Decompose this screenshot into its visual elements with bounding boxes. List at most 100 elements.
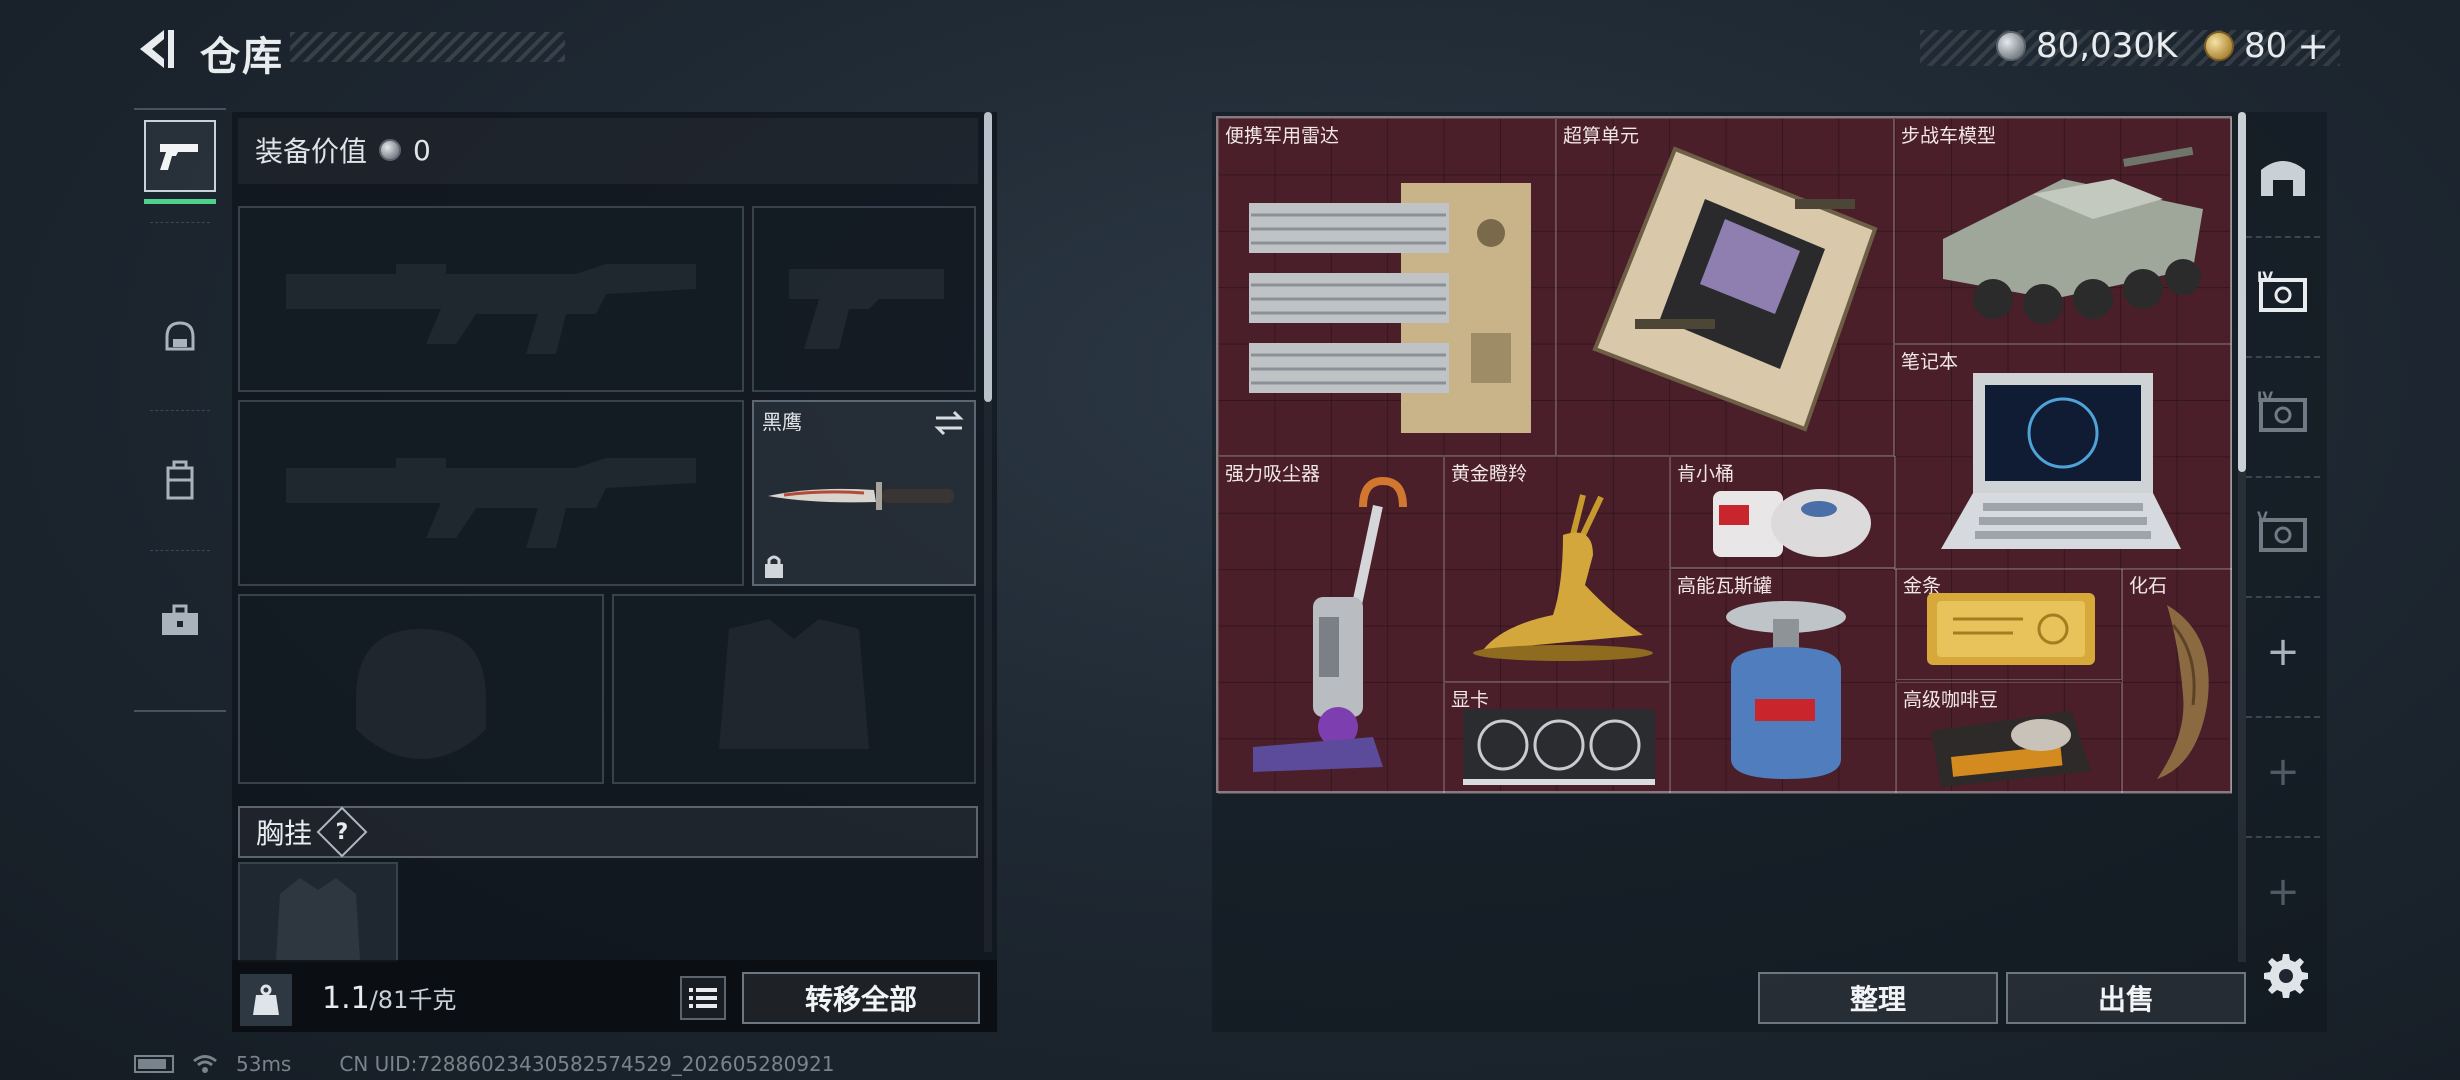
- carry-weight: 1.1/81千克: [322, 980, 456, 1016]
- storage-item-gold-gazelle[interactable]: 黄金瞪羚: [1444, 456, 1670, 682]
- storage-tab-add-1[interactable]: +: [2246, 596, 2320, 706]
- melee-label: 黑鹰: [762, 410, 802, 434]
- storage-tab-case-1[interactable]: IV: [2246, 236, 2320, 346]
- melee-slot[interactable]: 黑鹰: [752, 400, 976, 586]
- helmet-slot[interactable]: [238, 594, 604, 784]
- storage-item-gold-bar[interactable]: 金条: [1896, 568, 2122, 680]
- page-title: 仓库: [200, 34, 284, 80]
- safe-case-icon: IV: [2257, 390, 2307, 432]
- add-gold-button[interactable]: +: [2297, 24, 2329, 68]
- storage-item-fossil[interactable]: 化石: [2122, 568, 2232, 794]
- silver-coin-icon: [379, 139, 402, 161]
- svg-text:IV: IV: [2257, 390, 2273, 406]
- sort-button[interactable]: 整理: [1758, 972, 1998, 1024]
- bucket-icon: [1713, 489, 1871, 557]
- chest-rig-silhouette-icon: [276, 878, 360, 960]
- storage-item-laptop[interactable]: 笔记本: [1894, 344, 2232, 570]
- ifv-model-icon: [1943, 146, 2203, 324]
- storage-item-graphics-card[interactable]: 显卡: [1444, 682, 1670, 794]
- gold-bar-icon: [1927, 593, 2095, 665]
- knife-icon: [768, 482, 954, 510]
- gold-currency[interactable]: 80 +: [2204, 24, 2329, 68]
- helmet-silhouette-icon: [356, 629, 486, 759]
- swap-icon[interactable]: [932, 408, 966, 438]
- primary-weapon-slot[interactable]: [238, 206, 744, 392]
- equipment-value-label: 装备价值: [255, 135, 368, 168]
- svg-text:IV: IV: [2257, 270, 2273, 286]
- warehouse-icon: [2261, 161, 2305, 196]
- vacuum-icon: [1253, 477, 1407, 772]
- storage-tab-rail: IV IV V + + +: [2246, 116, 2320, 1006]
- toolbox-icon: [162, 604, 198, 635]
- svg-text:V: V: [2257, 510, 2268, 526]
- weight-unit: 千克: [408, 986, 457, 1014]
- plus-icon: +: [2266, 629, 2300, 675]
- safe-case-icon: V: [2257, 510, 2307, 552]
- silver-amount: 80,030K: [2036, 26, 2178, 66]
- storage-tab-case-3[interactable]: V: [2246, 476, 2320, 586]
- plus-icon: +: [2266, 869, 2300, 915]
- chest-rig-label: 胸挂: [256, 817, 313, 850]
- status-bar: 53ms CN UID:72886023430582574529_2026052…: [134, 1052, 835, 1076]
- silver-coin-icon: [1996, 31, 2026, 61]
- settings-gear-icon[interactable]: [2262, 952, 2310, 1000]
- pistol-icon: [160, 144, 198, 170]
- ping-value: 53ms: [236, 1052, 292, 1076]
- sidearm-slot[interactable]: [752, 206, 976, 392]
- helmet-icon: [165, 321, 195, 351]
- rail-tab-weapons[interactable]: [144, 120, 216, 204]
- rifle-silhouette-icon: [286, 458, 696, 548]
- rifle-silhouette-icon: [286, 264, 696, 354]
- gold-amount: 80: [2244, 26, 2288, 66]
- equipment-value-amount: 0: [413, 133, 431, 167]
- storage-tab-case-2[interactable]: IV: [2246, 356, 2320, 466]
- pistol-silhouette-icon: [789, 269, 944, 349]
- weight-icon: [240, 974, 292, 1026]
- storage-tab-add-2[interactable]: +: [2246, 716, 2320, 826]
- list-view-button[interactable]: [680, 976, 726, 1020]
- lock-icon: [765, 555, 783, 578]
- wifi-icon: [193, 1055, 217, 1073]
- secondary-weapon-slot[interactable]: [238, 400, 744, 586]
- gold-coin-icon: [2204, 31, 2234, 61]
- transfer-all-button[interactable]: 转移全部: [742, 972, 980, 1024]
- user-uid: CN UID:72886023430582574529_202605280921: [339, 1052, 835, 1076]
- silver-currency: 80,030K: [1996, 26, 2177, 66]
- laptop-icon: [1941, 373, 2181, 549]
- weight-max: /81: [369, 986, 409, 1014]
- graphics-card-icon: [1463, 709, 1655, 785]
- equipment-value: 装备价值 0: [255, 130, 431, 170]
- chest-rig-header: 胸挂 ?: [238, 806, 978, 858]
- list-icon: [689, 988, 717, 1008]
- storage-item-radar[interactable]: 便携军用雷达: [1218, 118, 1556, 456]
- storage-scrollbar-thumb[interactable]: [2238, 112, 2246, 472]
- storage-item-compute-unit[interactable]: 超算单元: [1556, 118, 1894, 456]
- rail-tab-toolbox[interactable]: [144, 584, 216, 656]
- motherboard-icon: [1592, 146, 1878, 432]
- storage-item-gas-canister[interactable]: 高能瓦斯罐: [1670, 568, 1896, 794]
- rail-tab-helmet[interactable]: [144, 302, 216, 374]
- fossil-icon: [2157, 605, 2209, 779]
- equipment-scrollbar-thumb[interactable]: [984, 112, 992, 402]
- armor-slot[interactable]: [612, 594, 976, 784]
- coffee-beans-icon: [1931, 711, 2091, 787]
- radar-icon: [1249, 183, 1531, 433]
- plus-icon: +: [2266, 749, 2300, 795]
- storage-item-coffee-beans[interactable]: 高级咖啡豆: [1896, 682, 2122, 794]
- rail-tab-backpack[interactable]: [144, 444, 216, 516]
- battery-icon: [134, 1055, 174, 1073]
- storage-tab-add-3[interactable]: +: [2246, 836, 2320, 946]
- storage-item-ifv-model[interactable]: 步战车模型: [1894, 118, 2232, 344]
- gold-gazelle-icon: [1473, 494, 1653, 661]
- chest-rig-slot[interactable]: [238, 862, 398, 962]
- weight-current: 1.1: [322, 981, 370, 1016]
- back-arrow-icon[interactable]: [130, 24, 180, 74]
- backpack-icon: [166, 460, 194, 500]
- sell-button[interactable]: 出售: [2006, 972, 2246, 1024]
- chest-rig-help-button[interactable]: ?: [316, 806, 368, 858]
- storage-item-vacuum[interactable]: 强力吸尘器: [1218, 456, 1444, 794]
- storage-tab-home[interactable]: [2246, 120, 2320, 230]
- safe-case-icon: IV: [2257, 270, 2307, 312]
- storage-item-bucket[interactable]: 肯小桶: [1670, 456, 1896, 568]
- title-stripe: [290, 32, 565, 62]
